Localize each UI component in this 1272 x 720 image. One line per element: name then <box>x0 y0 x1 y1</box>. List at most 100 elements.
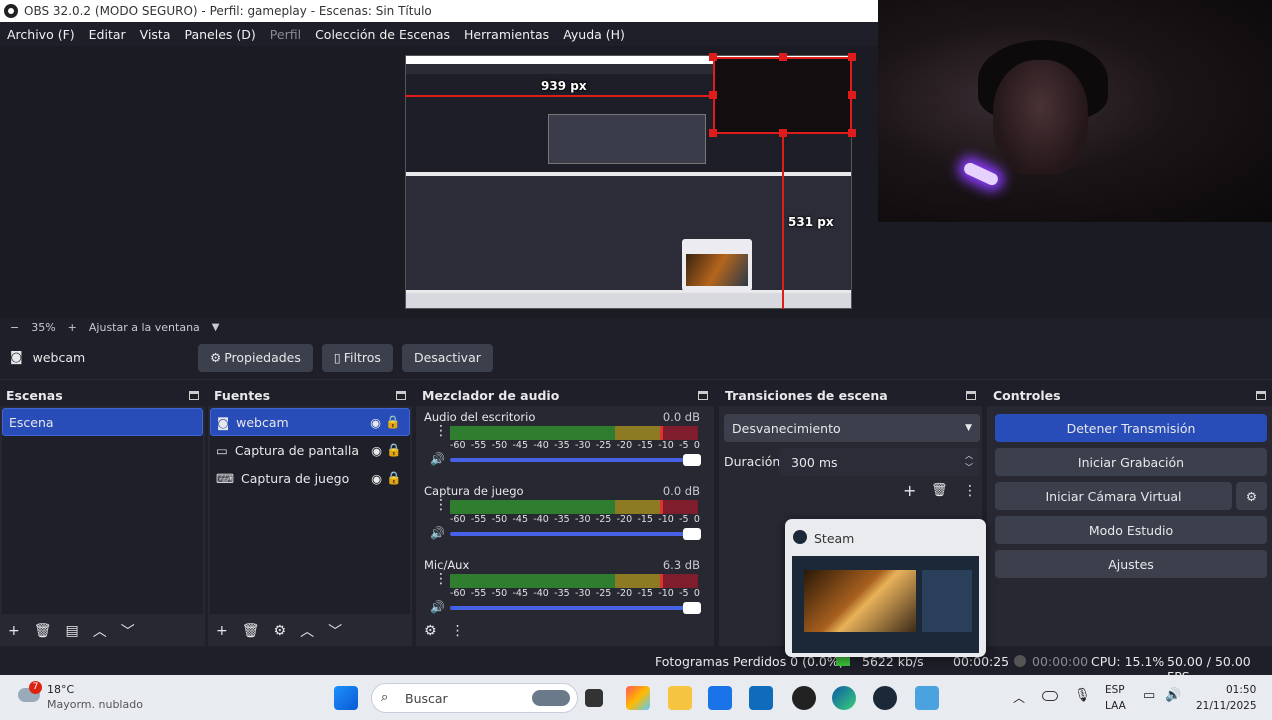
resize-handle-t[interactable] <box>779 53 787 61</box>
settings-button[interactable]: Ajustes <box>995 550 1267 578</box>
advanced-audio-icon[interactable]: ⚙ <box>424 623 437 639</box>
microphone-icon[interactable]: 🎙 <box>1074 688 1091 703</box>
remove-source-icon[interactable]: 🗑 <box>242 623 260 639</box>
speaker-icon[interactable]: 🔊 <box>430 526 445 540</box>
zoom-in-button[interactable]: + <box>68 321 77 334</box>
menu-ayuda[interactable]: Ayuda (H) <box>563 27 625 42</box>
add-source-icon[interactable]: + <box>216 623 228 639</box>
lock-icon[interactable]: 🔒 <box>385 414 401 430</box>
volume-slider-knob[interactable] <box>683 602 701 614</box>
volume-slider-knob[interactable] <box>683 454 701 466</box>
transition-menu-icon[interactable]: ⋮ <box>963 483 977 499</box>
file-explorer-icon[interactable] <box>668 686 692 710</box>
source-item-game[interactable]: ⌨ Captura de juego ◉ 🔒 <box>210 464 410 492</box>
scene-item[interactable]: Escena <box>2 408 203 436</box>
zoom-fit-label[interactable]: Ajustar a la ventana <box>89 321 200 334</box>
channel-menu-icon[interactable]: ⋮ <box>434 572 448 586</box>
start-recording-button[interactable]: Iniciar Grabación <box>995 448 1267 476</box>
steam-window-thumbnail[interactable] <box>792 556 979 653</box>
taskbar-search-box[interactable]: ⌕ Buscar <box>371 683 578 713</box>
windows-start-icon[interactable] <box>334 686 358 710</box>
source-settings-icon[interactable]: ⚙ <box>274 623 287 639</box>
resize-handle-bl[interactable] <box>709 129 717 137</box>
menu-perfil[interactable]: Perfil <box>270 27 301 42</box>
menu-coleccion-escenas[interactable]: Colección de Escenas <box>315 27 450 42</box>
source-item-screen[interactable]: ▭ Captura de pantalla ◉ 🔒 <box>210 436 410 464</box>
duration-spinbox[interactable]: 300 ms ︿ ﹀ <box>779 448 979 476</box>
add-transition-icon[interactable]: + <box>903 481 916 500</box>
zoom-dropdown-icon[interactable]: ▼ <box>212 322 220 333</box>
obs-taskbar-icon[interactable] <box>792 686 816 710</box>
show-hidden-icons-icon[interactable]: ︿ <box>1013 689 1025 706</box>
add-scene-icon[interactable]: + <box>8 623 20 639</box>
virtual-camera-button[interactable]: Iniciar Cámara Virtual <box>995 482 1232 510</box>
volume-slider[interactable] <box>450 454 701 466</box>
move-up-icon[interactable]: ︿ <box>300 621 314 641</box>
meter-tick: -60 <box>450 588 466 599</box>
steam-taskbar-preview[interactable]: Steam <box>785 519 986 657</box>
transition-select[interactable]: Desvanecimiento ▼ <box>724 414 980 442</box>
speaker-icon[interactable]: 🔊 <box>430 600 445 614</box>
projector-app-icon[interactable] <box>915 686 939 710</box>
weather-widget[interactable]: 7 18°C Mayorm. nublado <box>16 681 156 714</box>
keyboard-layout[interactable]: LAA <box>1105 700 1126 712</box>
clock-date[interactable]: 21/11/2025 <box>1196 700 1257 712</box>
resize-handle-b[interactable] <box>779 129 787 137</box>
resize-handle-r[interactable] <box>848 91 856 99</box>
language-code[interactable]: ESP <box>1105 684 1125 696</box>
outlook-icon[interactable] <box>749 686 773 710</box>
undock-icon[interactable] <box>396 390 406 400</box>
undock-icon[interactable] <box>1256 390 1266 400</box>
mixer-menu-icon[interactable]: ⋮ <box>451 623 465 639</box>
eye-icon[interactable]: ◉ <box>371 471 382 486</box>
edge-icon[interactable] <box>832 686 856 710</box>
resize-handle-br[interactable] <box>848 129 856 137</box>
undock-icon[interactable] <box>698 390 708 400</box>
undock-icon[interactable] <box>966 390 976 400</box>
zoom-out-button[interactable]: − <box>10 321 19 334</box>
eye-icon[interactable]: ◉ <box>371 443 382 458</box>
lock-icon[interactable]: 🔒 <box>386 470 402 486</box>
virtual-camera-settings-button[interactable]: ⚙ <box>1236 482 1267 510</box>
move-down-icon[interactable]: ﹀ <box>121 621 135 641</box>
resize-handle-tl[interactable] <box>709 53 717 61</box>
move-up-icon[interactable]: ︿ <box>93 621 107 641</box>
resize-handle-l[interactable] <box>709 91 717 99</box>
task-view-icon[interactable] <box>585 689 603 707</box>
menu-paneles[interactable]: Paneles (D) <box>185 27 256 42</box>
volume-slider-knob[interactable] <box>683 528 701 540</box>
properties-button[interactable]: ⚙ Propiedades <box>198 343 313 372</box>
volume-icon[interactable]: 🔊 <box>1165 688 1181 703</box>
remove-scene-icon[interactable]: 🗑 <box>34 623 52 639</box>
menu-archivo[interactable]: Archivo (F) <box>7 27 75 42</box>
filters-button[interactable]: ▯ Filtros <box>321 343 393 372</box>
studio-mode-button[interactable]: Modo Estudio <box>995 516 1267 544</box>
remove-transition-icon[interactable]: 🗑 <box>931 483 948 498</box>
copilot-icon[interactable] <box>626 686 650 710</box>
undock-icon[interactable] <box>189 390 199 400</box>
deactivate-button[interactable]: Desactivar <box>401 343 493 372</box>
speaker-icon[interactable]: 🔊 <box>430 452 445 466</box>
scene-filters-icon[interactable]: ▤ <box>66 623 79 639</box>
stop-stream-button[interactable]: Detener Transmisión <box>995 414 1267 442</box>
store-icon[interactable] <box>708 686 732 710</box>
menu-herramientas[interactable]: Herramientas <box>464 27 549 42</box>
steam-taskbar-icon[interactable] <box>873 686 897 710</box>
menu-vista[interactable]: Vista <box>140 27 171 42</box>
webcam-projector-window[interactable] <box>878 0 1272 222</box>
clock-time[interactable]: 01:50 <box>1226 684 1256 696</box>
network-icon[interactable]: ▭ <box>1143 688 1155 703</box>
volume-slider[interactable] <box>450 528 701 540</box>
channel-menu-icon[interactable]: ⋮ <box>434 498 448 512</box>
move-down-icon[interactable]: ﹀ <box>328 621 342 641</box>
webcam-source-box[interactable] <box>713 57 852 133</box>
menu-editar[interactable]: Editar <box>89 27 126 42</box>
onedrive-cloud-icon[interactable] <box>1042 691 1058 701</box>
volume-slider[interactable] <box>450 602 701 614</box>
lock-icon[interactable]: 🔒 <box>386 442 402 458</box>
resize-handle-tr[interactable] <box>848 53 856 61</box>
eye-icon[interactable]: ◉ <box>370 415 381 430</box>
channel-menu-icon[interactable]: ⋮ <box>434 424 448 438</box>
source-item-webcam[interactable]: ◙ webcam ◉ 🔒 <box>210 408 410 436</box>
spin-arrows-icon[interactable]: ︿ ﹀ <box>965 450 973 474</box>
